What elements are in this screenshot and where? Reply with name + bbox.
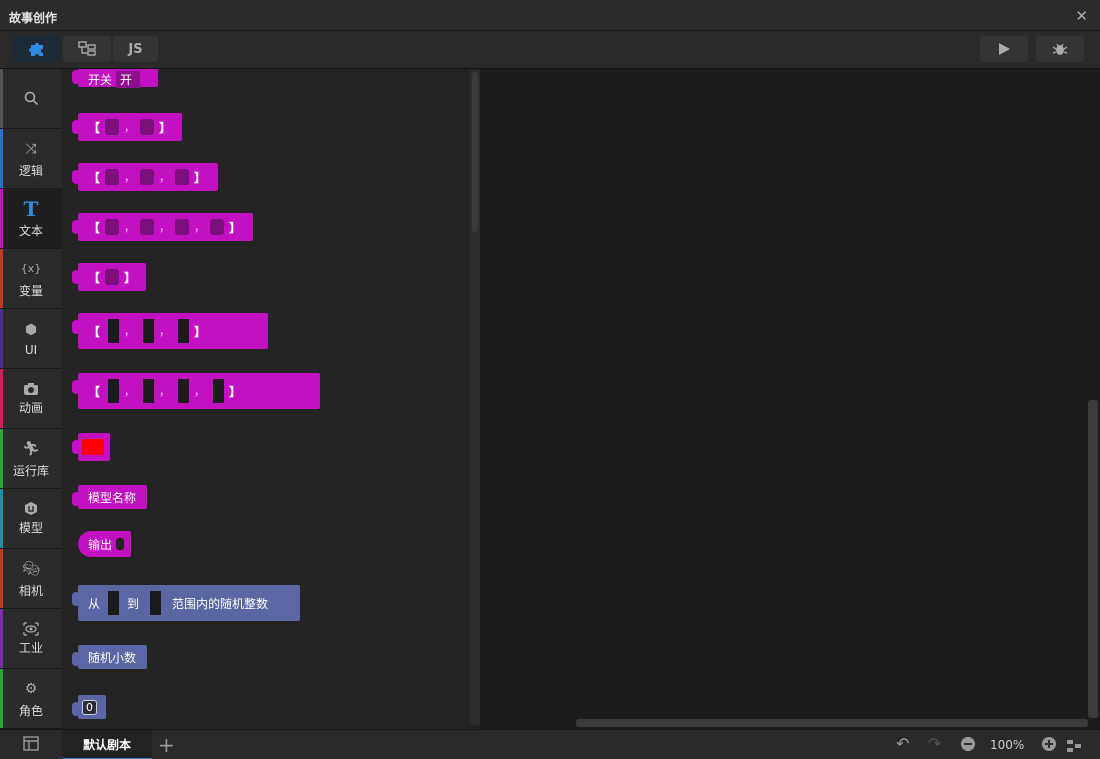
category-search[interactable]	[0, 69, 62, 129]
category-text[interactable]: T 文本	[0, 189, 62, 249]
output-label: 输出	[88, 537, 113, 552]
flyout-scrollbar-thumb[interactable]	[472, 72, 478, 232]
category-animation[interactable]: 动画	[0, 369, 62, 429]
category-sidebar: ⤨ 逻辑 T 文本 {x} 变量 ⬢ UI 动画 🏃︎ 运行库 模型 🎭︎ 相机…	[0, 69, 62, 729]
switch-value[interactable]: 开	[116, 70, 141, 88]
eye-icon	[23, 621, 39, 636]
category-label: 文本	[18, 223, 43, 238]
category-runtime[interactable]: 🏃︎ 运行库	[0, 429, 62, 489]
search-icon	[24, 91, 38, 106]
fit-icon[interactable]	[1066, 738, 1082, 757]
js-tab[interactable]: JS	[113, 36, 158, 62]
category-model[interactable]: 模型	[0, 489, 62, 549]
list-2-block[interactable]: 【，】	[72, 113, 182, 141]
category-label: UI	[24, 343, 38, 357]
random-float-block[interactable]: 随机小数	[72, 645, 147, 669]
category-label: 变量	[18, 283, 43, 298]
undo-icon[interactable]: ↶	[896, 734, 909, 753]
script-tab[interactable]: 默认剧本	[62, 730, 152, 759]
run-button[interactable]	[980, 36, 1028, 62]
cube-icon: ⬢	[24, 322, 38, 338]
category-label: 模型	[18, 521, 43, 535]
workspace-horizontal-scrollbar[interactable]	[576, 719, 1088, 727]
switch-label: 开关	[88, 72, 113, 87]
redo-icon[interactable]: ↷	[928, 734, 941, 753]
zoom-level: 100%	[990, 738, 1025, 752]
mask-icon: 🎭︎	[22, 560, 40, 577]
model-name-block[interactable]: 模型名称	[72, 485, 147, 509]
zoom-out-icon[interactable]	[960, 736, 976, 756]
bug-icon	[1052, 43, 1068, 55]
category-label: 角色	[18, 703, 43, 718]
title-bar: 故事创作 ✕	[0, 0, 1100, 31]
category-ui[interactable]: ⬢ UI	[0, 309, 62, 369]
list-1-block[interactable]: 【】	[72, 263, 146, 291]
debug-button[interactable]	[1036, 36, 1084, 62]
zoom-in-icon[interactable]	[1041, 736, 1057, 756]
random-int-block[interactable]: 从 到 范围内的随机整数	[72, 585, 300, 621]
number-block[interactable]: 0	[72, 695, 106, 719]
category-label: 运行库	[12, 463, 49, 478]
color-swatch[interactable]	[82, 439, 104, 455]
random-from-label: 从	[88, 596, 101, 611]
workspace-canvas[interactable]	[482, 69, 1100, 729]
shuffle-icon: ⤨	[25, 140, 37, 157]
close-icon[interactable]: ✕	[1075, 7, 1088, 25]
window-title: 故事创作	[9, 11, 58, 25]
puzzle-icon	[29, 43, 43, 56]
category-label: 动画	[18, 400, 43, 415]
plus-icon[interactable]: +	[158, 733, 175, 757]
run-icon: 🏃︎	[22, 440, 40, 457]
category-camera[interactable]: 🎭︎ 相机	[0, 549, 62, 609]
toolbar: JS	[0, 31, 1100, 69]
blocks-tab[interactable]	[13, 36, 61, 62]
bottom-bar: 默认剧本 + ↶ ↷ 100%	[0, 729, 1100, 759]
text-icon: T	[23, 196, 39, 221]
output-block[interactable]: 输出	[78, 531, 131, 557]
list-4-block[interactable]: 【，，，】	[72, 213, 253, 241]
tree-tab[interactable]	[63, 36, 111, 62]
random-to-label: 到	[127, 596, 140, 611]
random-int-suffix: 范围内的随机整数	[172, 596, 269, 611]
category-label: 逻辑	[18, 163, 43, 178]
category-variable[interactable]: {x} 变量	[0, 249, 62, 309]
js-icon: JS	[128, 41, 143, 57]
number-value[interactable]: 0	[82, 699, 97, 715]
list-input-3-block[interactable]: 【，，】	[72, 313, 268, 349]
category-label: 工业	[18, 640, 43, 655]
list-input-4-block[interactable]: 【，，，】	[72, 373, 320, 409]
variable-icon: {x}	[20, 261, 42, 275]
model-name-label: 模型名称	[88, 490, 137, 505]
camera-icon	[24, 382, 38, 395]
switch-block[interactable]: 开关 开	[72, 69, 158, 88]
category-logic[interactable]: ⤨ 逻辑	[0, 129, 62, 189]
list-3-block[interactable]: 【，，】	[72, 163, 218, 191]
block-flyout: 开关 开 【，】 【，，】 【，，，】 【】 【，，】 【，，，】 模型名称 输…	[62, 69, 481, 729]
random-float-label: 随机小数	[88, 650, 137, 665]
category-label: 相机	[18, 583, 43, 598]
color-block[interactable]	[72, 433, 110, 461]
category-industry[interactable]: 工业	[0, 609, 62, 669]
hierarchy-icon	[78, 41, 96, 56]
workspace-vertical-scrollbar[interactable]	[1088, 400, 1098, 718]
layout-icon[interactable]	[23, 736, 39, 755]
play-icon	[999, 43, 1010, 55]
gear-icon: ⚙	[24, 680, 38, 697]
model-icon	[25, 502, 37, 515]
category-character[interactable]: ⚙ 角色	[0, 669, 62, 729]
script-tab-label: 默认剧本	[82, 737, 131, 752]
